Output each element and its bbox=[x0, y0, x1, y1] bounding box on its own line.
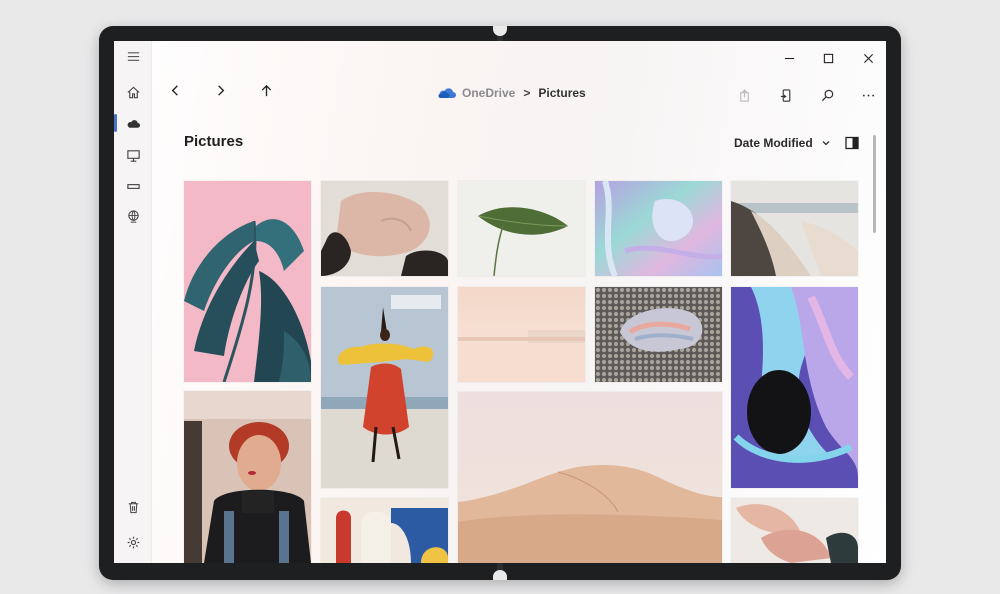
sidebar-item-network[interactable] bbox=[114, 202, 152, 230]
photo-dancer-yellow-dress[interactable] bbox=[321, 287, 448, 488]
details-pane-toggle-icon[interactable] bbox=[844, 135, 860, 151]
back-button[interactable] bbox=[160, 75, 190, 105]
breadcrumb: OneDrive > Pictures bbox=[438, 83, 586, 103]
photo-abstract-paint-beige[interactable] bbox=[321, 181, 448, 276]
share-button[interactable] bbox=[729, 80, 759, 110]
breadcrumb-onedrive[interactable]: OneDrive bbox=[462, 86, 515, 100]
sidebar-item-settings[interactable] bbox=[114, 528, 152, 556]
sidebar-item-this-pc[interactable] bbox=[114, 141, 152, 169]
trash-icon bbox=[128, 501, 138, 513]
photo-woman-portrait-image bbox=[184, 391, 311, 563]
close-icon bbox=[863, 53, 873, 63]
photo-green-leaf[interactable] bbox=[458, 181, 585, 276]
minimize-icon bbox=[784, 57, 794, 59]
chevron-left-icon bbox=[171, 84, 178, 96]
share-icon bbox=[739, 88, 749, 102]
sidebar-item-recycle-bin[interactable] bbox=[114, 493, 152, 521]
photo-palm-leaf-pink[interactable] bbox=[184, 181, 311, 382]
onedrive-cloud-icon bbox=[438, 88, 456, 98]
cloud-icon bbox=[127, 119, 140, 128]
maximize-icon bbox=[823, 53, 833, 63]
photo-beach-dunes-image bbox=[731, 181, 858, 276]
hamburger-menu-icon bbox=[127, 51, 139, 61]
photo-colorful-shapes[interactable] bbox=[321, 498, 448, 563]
search-button[interactable] bbox=[812, 80, 842, 110]
photo-woman-portrait[interactable] bbox=[184, 391, 311, 563]
hinge-notch-bottom bbox=[493, 570, 507, 580]
arrow-up-icon bbox=[261, 84, 271, 96]
sort-label: Date Modified bbox=[734, 136, 813, 150]
photo-peach-leaves-image bbox=[731, 498, 858, 563]
up-button[interactable] bbox=[251, 75, 281, 105]
photo-dancer-yellow-dress-image bbox=[321, 287, 448, 488]
photo-beach-dunes[interactable] bbox=[731, 181, 858, 276]
drive-icon bbox=[126, 183, 140, 189]
photo-desert-building[interactable] bbox=[458, 287, 585, 382]
minimize-button[interactable] bbox=[775, 47, 803, 69]
photo-desert-building-image bbox=[458, 287, 585, 382]
more-button[interactable] bbox=[853, 80, 883, 110]
photo-abstract-paint-beige-image bbox=[321, 181, 448, 276]
photo-green-leaf-image bbox=[458, 181, 585, 276]
gear-icon bbox=[127, 536, 139, 548]
sidebar-item-menu[interactable] bbox=[114, 42, 152, 70]
photo-purple-silk-abstract[interactable] bbox=[731, 287, 858, 488]
maximize-button[interactable] bbox=[814, 47, 842, 69]
sidebar-item-home[interactable] bbox=[114, 78, 152, 106]
forward-button[interactable] bbox=[205, 75, 235, 105]
scrollbar-thumb[interactable] bbox=[873, 135, 876, 233]
photo-holographic-marble-image bbox=[595, 181, 722, 276]
sidebar-item-onedrive[interactable] bbox=[114, 109, 152, 137]
more-ellipsis-icon bbox=[862, 94, 874, 96]
device-button[interactable] bbox=[771, 80, 801, 110]
photo-purple-silk-abstract-image bbox=[731, 287, 858, 488]
page-title: Pictures bbox=[184, 133, 244, 150]
close-button[interactable] bbox=[854, 47, 882, 69]
photo-mesh-sky[interactable] bbox=[595, 287, 722, 382]
search-icon bbox=[821, 89, 833, 101]
chevron-down-icon bbox=[822, 141, 830, 146]
photo-desert-mountain[interactable] bbox=[458, 392, 722, 563]
breadcrumb-separator: > bbox=[523, 86, 531, 100]
photo-desert-mountain-image bbox=[458, 392, 722, 563]
sidebar bbox=[114, 41, 152, 563]
sort-dropdown[interactable]: Date Modified bbox=[734, 136, 831, 150]
file-explorer-window: OneDrive > Pictures Pictures Date Modifi… bbox=[114, 41, 886, 563]
photo-palm-leaf-pink-image bbox=[184, 181, 311, 382]
breadcrumb-pictures[interactable]: Pictures bbox=[538, 86, 585, 100]
photo-holographic-marble[interactable] bbox=[595, 181, 722, 276]
sidebar-item-drive[interactable] bbox=[114, 172, 152, 200]
chevron-right-icon bbox=[217, 84, 224, 96]
monitor-icon bbox=[126, 149, 140, 162]
home-icon bbox=[126, 86, 140, 98]
photo-colorful-shapes-image bbox=[321, 498, 448, 563]
photo-mesh-sky-image bbox=[595, 287, 722, 382]
photo-peach-leaves[interactable] bbox=[731, 498, 858, 563]
phone-device-icon bbox=[780, 88, 790, 102]
network-globe-icon bbox=[127, 209, 139, 223]
